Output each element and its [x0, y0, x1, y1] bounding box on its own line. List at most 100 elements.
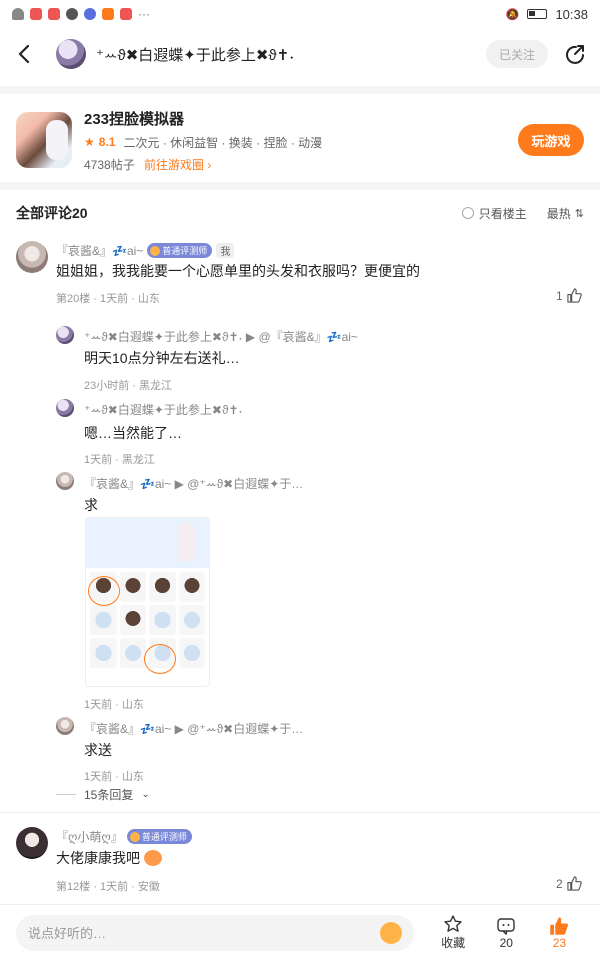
game-icon[interactable]	[16, 112, 72, 168]
reply-username[interactable]: 『哀酱&』💤ai~ ▶ @⁺ꕀϑ✖白遐蝶✦于…	[84, 475, 303, 492]
comment-text-row: 大佬康康我吧	[56, 848, 162, 868]
author-avatar[interactable]	[56, 39, 86, 69]
only-op-toggle[interactable]: 只看楼主	[461, 205, 527, 222]
sort-button[interactable]: 最热 ⇅	[547, 205, 584, 222]
star-outline-icon	[444, 915, 462, 932]
avatar[interactable]	[56, 717, 74, 735]
comment-meta: 第12楼 · 1天前 · 安徽	[56, 881, 160, 893]
badge-icon	[150, 245, 161, 256]
chat-notification-icon	[66, 8, 78, 20]
chevron-down-icon: ⌄	[141, 789, 150, 800]
comment-text: 大佬康康我吧	[56, 850, 140, 866]
image-item	[90, 605, 117, 635]
comment-count: 20	[499, 935, 513, 950]
emoji-sticker-icon	[144, 850, 162, 866]
reply-text: 明天10点分钟左右送礼…	[84, 350, 240, 366]
sort-icon: ⇅	[574, 207, 584, 220]
emoji-picker-icon[interactable]	[380, 921, 403, 944]
image-character	[177, 522, 195, 562]
image-item	[149, 572, 176, 602]
expand-replies-button[interactable]: 15条回复 ⌄	[56, 786, 150, 803]
thumbs-up-icon	[567, 288, 582, 303]
app-notification-icon	[84, 8, 96, 20]
comments-header: 全部评论20 只看楼主 最热 ⇅	[0, 198, 600, 228]
reply-username[interactable]: ⁺ꕀϑ✖白遐蝶✦于此参上✖ϑ✝˖ ▶ @『哀酱&』💤ai~	[84, 328, 358, 345]
author-name[interactable]: ⁺ꕀϑ✖白遐蝶✦于此参上✖ϑ✝˖	[96, 44, 294, 65]
thumbs-up-filled-icon	[550, 916, 569, 935]
comment-icon	[497, 917, 515, 935]
like-count: 2	[556, 876, 563, 891]
avatar[interactable]	[16, 827, 48, 859]
sort-label: 最热	[546, 206, 571, 221]
badge-label: 普通评测师	[162, 246, 208, 256]
back-arrow-icon	[18, 45, 30, 63]
comment-meta: 第20楼 · 1天前 · 山东	[56, 293, 160, 305]
reply-meta: 23小时前 · 黑龙江	[84, 380, 173, 392]
highlight-circle	[144, 644, 176, 674]
goto-game-circle-link[interactable]: 前往游戏圈 ›	[144, 158, 211, 172]
username-text: 『哀酱&』💤ai~	[56, 244, 144, 258]
avatar[interactable]	[16, 241, 48, 273]
game-card[interactable]: 233捏脸模拟器 ★ 8.1 二次元 · 休闲益智 · 换装 · 捏脸 · 动漫…	[0, 96, 600, 184]
more-replies-label: 15条回复	[84, 788, 134, 802]
image-item	[178, 572, 205, 602]
more-notifications-icon: ···	[138, 7, 150, 21]
reviewer-badge: 普通评测师	[126, 829, 192, 844]
reply-text: 嗯…当然能了…	[84, 425, 182, 441]
reply-meta: 1天前 · 黑龙江	[84, 454, 155, 466]
game-sub: 4738帖子 前往游戏圈 ›	[84, 156, 322, 173]
image-item	[178, 638, 205, 668]
reply-username[interactable]: ⁺ꕀϑ✖白遐蝶✦于此参上✖ϑ✝˖	[84, 401, 243, 418]
comments-title: 全部评论20	[16, 205, 88, 221]
game-title: 233捏脸模拟器	[84, 110, 185, 128]
collect-label: 收藏	[441, 936, 466, 950]
game-post-count: 4738帖子	[84, 157, 135, 172]
reply-text: 求送	[84, 742, 112, 758]
avatar[interactable]	[56, 399, 74, 417]
image-item	[178, 605, 205, 635]
avatar[interactable]	[56, 326, 74, 344]
highlight-circle	[88, 576, 120, 606]
comment-username[interactable]: 『ღ小萌ღ』 普通评测师	[56, 828, 192, 845]
image-item	[90, 638, 117, 668]
reply-meta: 1天前 · 山东	[84, 699, 144, 711]
status-bar: ··· 🔕 10:38	[0, 0, 600, 28]
clock: 10:38	[555, 6, 588, 22]
goto-label: 前往游戏圈	[144, 157, 205, 172]
me-tag: 我	[216, 243, 235, 258]
comment-input[interactable]: 说点好听的…	[16, 914, 415, 951]
avatar[interactable]	[56, 472, 74, 490]
like-count: 1	[556, 288, 563, 303]
section-divider	[0, 182, 600, 190]
comment-button[interactable]: 20	[482, 916, 531, 950]
comment-divider	[0, 812, 600, 813]
bottom-bar: 说点好听的… 收藏 20 23	[0, 904, 600, 960]
battery-icon	[527, 9, 548, 19]
app-notification-icon	[30, 8, 42, 20]
reply-username[interactable]: 『哀酱&』💤ai~ ▶ @⁺ꕀϑ✖白遐蝶✦于…	[84, 720, 303, 737]
play-game-button[interactable]: 玩游戏	[518, 124, 584, 156]
reply-meta: 1天前 · 山东	[84, 771, 144, 783]
app-notification-icon	[102, 8, 114, 20]
badge-icon	[129, 831, 140, 842]
reply-text: 求	[84, 497, 98, 513]
reply-image[interactable]	[85, 517, 210, 687]
badge-label: 普通评测师	[141, 832, 187, 842]
section-divider	[0, 86, 600, 94]
only-op-label: 只看楼主	[478, 206, 527, 221]
image-profile-area	[86, 518, 209, 568]
back-button[interactable]	[14, 44, 34, 64]
collect-button[interactable]: 收藏	[428, 914, 477, 951]
game-rating: 8.1	[98, 135, 116, 149]
like-button[interactable]: 2	[556, 876, 582, 891]
comment-text: 姐姐姐，我我能要一个心愿单里的头发和衣服吗？更便宜的	[56, 263, 420, 279]
like-post-button[interactable]: 23	[535, 916, 584, 950]
follow-button[interactable]: 已关注	[486, 40, 548, 68]
share-icon[interactable]	[564, 43, 586, 65]
comment-username[interactable]: 『哀酱&』💤ai~ 普通评测师 我	[56, 242, 235, 259]
image-item	[119, 605, 146, 635]
reviewer-badge: 普通评测师	[147, 243, 213, 258]
image-item	[119, 572, 146, 602]
top-nav: ⁺ꕀϑ✖白遐蝶✦于此参上✖ϑ✝˖ 已关注	[0, 28, 600, 80]
like-button[interactable]: 1	[556, 288, 582, 303]
